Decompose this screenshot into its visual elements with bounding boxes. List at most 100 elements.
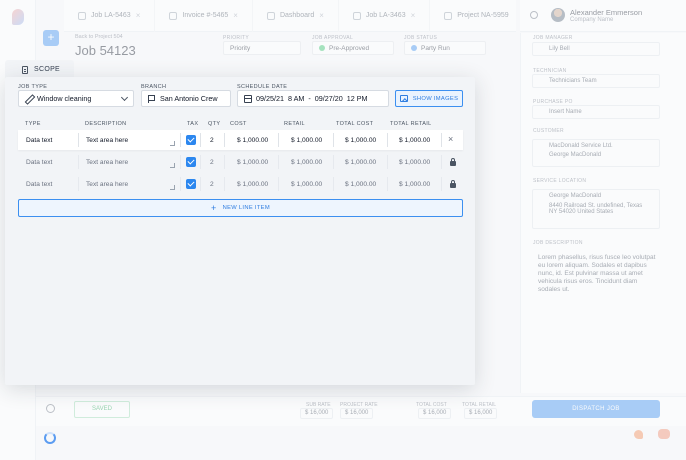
technician-field[interactable]: Technicians Team xyxy=(532,74,660,88)
column-divider xyxy=(200,155,201,169)
column-divider xyxy=(180,155,181,169)
row-type[interactable]: Data text xyxy=(26,174,52,194)
manager-field[interactable]: Lily Bell xyxy=(532,42,660,56)
close-icon[interactable]: × xyxy=(136,11,141,20)
image-icon xyxy=(399,95,408,102)
folder-icon xyxy=(444,11,453,20)
total-retail-value: $ 16,000 xyxy=(464,408,498,419)
lock-icon xyxy=(450,180,456,188)
search-icon[interactable] xyxy=(530,11,538,19)
service-label: SERVICE LOCATION xyxy=(533,178,587,184)
column-divider xyxy=(78,133,79,147)
qty-value[interactable]: 2 xyxy=(210,130,214,150)
column-divider xyxy=(387,155,388,169)
cost-value[interactable]: $ 1,000.00 xyxy=(237,130,268,150)
plus-icon: + xyxy=(211,203,217,213)
column-divider xyxy=(224,177,225,191)
column-header-cost: COST xyxy=(230,121,247,127)
job-description[interactable]: Lorem phasellus, risus fusce leo volutpa… xyxy=(538,254,660,294)
column-divider xyxy=(441,133,442,147)
table-row[interactable]: Data text Text area here 2 $ 1,000.00 $ … xyxy=(18,152,463,172)
resize-handle-icon[interactable] xyxy=(170,163,175,168)
resize-handle-icon[interactable] xyxy=(170,141,175,146)
service-card[interactable]: George MacDonald 8440 Railroad St. undef… xyxy=(532,189,660,229)
breadcrumb[interactable]: Back to Project 504 xyxy=(75,34,123,40)
table-row[interactable]: Data text Text area here 2 $ 1,000.00 $ … xyxy=(18,130,463,150)
column-divider xyxy=(224,155,225,169)
cost-value[interactable]: $ 1,000.00 xyxy=(237,152,268,172)
add-button[interactable]: + xyxy=(43,30,59,46)
column-divider xyxy=(200,133,201,147)
status-dot xyxy=(319,45,325,51)
retail-value[interactable]: $ 1,000.00 xyxy=(291,130,322,150)
qty-value[interactable]: 2 xyxy=(210,174,214,194)
row-type[interactable]: Data text xyxy=(26,130,52,150)
close-icon[interactable]: × xyxy=(319,11,324,20)
approval-select[interactable]: Pre-Approved xyxy=(312,41,394,55)
description-label: JOB DESCRIPTION xyxy=(533,240,583,246)
cost-value[interactable]: $ 1,000.00 xyxy=(237,174,268,194)
total-cost-value: $ 1,000.00 xyxy=(345,180,377,188)
manager-label: JOB MANAGER xyxy=(533,35,573,41)
gear-icon[interactable] xyxy=(46,404,55,413)
column-divider xyxy=(333,155,334,169)
close-icon[interactable]: × xyxy=(411,11,416,20)
customer-card[interactable]: MacDonald Service Ltd. George MacDonald xyxy=(532,139,660,167)
tax-checkbox[interactable] xyxy=(186,179,196,189)
app-logo xyxy=(12,9,24,25)
column-divider xyxy=(441,177,442,191)
window-tabs: Job LA-5463 × Invoice #-5465 × Dashboard × … xyxy=(64,0,524,32)
dispatch-job-button[interactable]: DISPATCH JOB xyxy=(532,400,660,418)
column-header-qty: QTY xyxy=(208,121,221,127)
priority-select[interactable]: Priority xyxy=(223,41,301,55)
column-divider xyxy=(278,155,279,169)
flag-icon xyxy=(148,94,155,103)
tab-job-la-3463[interactable]: Job LA-3463 × xyxy=(339,0,431,32)
total-retail-value: $ 1,000.00 xyxy=(399,158,431,166)
pencil-icon xyxy=(25,95,32,102)
column-divider xyxy=(180,177,181,191)
avatar[interactable] xyxy=(551,8,565,22)
description-textarea[interactable]: Text area here xyxy=(86,130,128,150)
column-divider xyxy=(333,177,334,191)
delete-row-icon[interactable]: × xyxy=(448,134,453,144)
tax-checkbox[interactable] xyxy=(186,135,196,145)
loading-spinner-icon xyxy=(44,432,56,444)
column-divider xyxy=(224,133,225,147)
close-icon[interactable]: × xyxy=(233,11,238,20)
column-header-total-cost: TOTAL COST xyxy=(336,121,374,127)
project-rate-value: $ 16,000 xyxy=(340,408,374,419)
tab-job-la-5463[interactable]: Job LA-5463 × xyxy=(64,0,156,32)
show-images-button[interactable]: SHOW IMAGES xyxy=(395,90,463,107)
column-divider xyxy=(387,133,388,147)
tab-invoice[interactable]: Invoice #-5465 × xyxy=(155,0,253,32)
tab-dashboard[interactable]: Dashboard × xyxy=(253,0,339,32)
column-divider xyxy=(200,177,201,191)
retail-value[interactable]: $ 1,000.00 xyxy=(291,152,322,172)
table-row[interactable]: Data text Text area here 2 $ 1,000.00 $ … xyxy=(18,174,463,194)
column-header-description: DESCRIPTION xyxy=(85,121,127,127)
description-textarea[interactable]: Text area here xyxy=(86,174,128,194)
description-textarea[interactable]: Text area here xyxy=(86,152,128,172)
column-divider xyxy=(333,133,334,147)
chevron-down-icon xyxy=(120,93,129,101)
column-header-total-retail: TOTAL RETAIL xyxy=(390,121,432,127)
calendar-icon xyxy=(244,94,252,103)
tax-checkbox[interactable] xyxy=(186,157,196,167)
row-type[interactable]: Data text xyxy=(26,152,52,172)
qty-value[interactable]: 2 xyxy=(210,152,214,172)
new-line-item-button[interactable]: + NEW LINE ITEM xyxy=(18,199,463,217)
job-type-select[interactable]: Window cleaning xyxy=(18,90,134,107)
customer-label: CUSTOMER xyxy=(533,128,564,134)
schedule-date-field[interactable]: 09/25/21 8 AM - 09/27/20 12 PM xyxy=(237,90,389,107)
document-icon xyxy=(22,65,28,74)
status-select[interactable]: Party Run xyxy=(404,41,486,55)
retail-value[interactable]: $ 1,000.00 xyxy=(291,174,322,194)
tab-project[interactable]: Project NA-5959 xyxy=(430,0,524,32)
branch-select[interactable]: San Antonio Crew xyxy=(141,90,231,107)
notification-icon[interactable] xyxy=(634,430,643,439)
chat-icon[interactable] xyxy=(658,429,670,439)
resize-handle-icon[interactable] xyxy=(170,185,175,190)
column-divider xyxy=(180,133,181,147)
po-input[interactable]: Insert Name xyxy=(532,105,660,119)
